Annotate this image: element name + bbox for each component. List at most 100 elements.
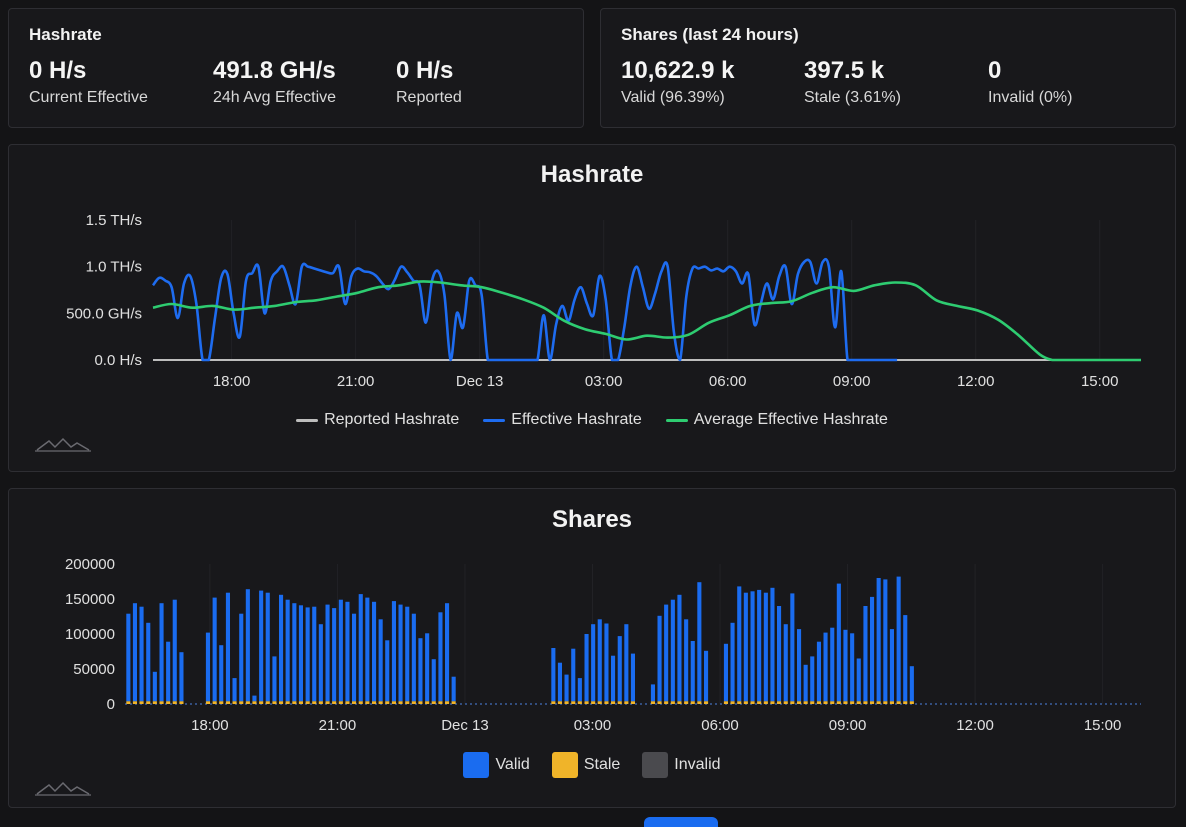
valid-bar[interactable]	[166, 641, 171, 702]
valid-bar[interactable]	[285, 599, 290, 702]
stale-bar[interactable]	[810, 701, 815, 704]
valid-bar[interactable]	[850, 633, 855, 702]
stale-bar[interactable]	[451, 701, 456, 704]
valid-bar[interactable]	[438, 612, 443, 702]
valid-bar[interactable]	[591, 624, 596, 702]
stale-bar[interactable]	[830, 701, 835, 704]
stale-bar[interactable]	[239, 701, 244, 704]
valid-bar[interactable]	[909, 666, 914, 702]
legend-item-effective[interactable]: Effective Hashrate	[483, 411, 642, 429]
valid-bar[interactable]	[312, 606, 317, 702]
valid-bar[interactable]	[391, 601, 396, 702]
valid-bar[interactable]	[557, 662, 562, 702]
valid-bar[interactable]	[305, 607, 310, 702]
valid-bar[interactable]	[345, 601, 350, 702]
stale-bar[interactable]	[836, 701, 841, 704]
valid-bar[interactable]	[298, 605, 303, 702]
stale-bar[interactable]	[870, 701, 875, 704]
valid-bar[interactable]	[704, 650, 709, 702]
valid-bar[interactable]	[856, 658, 861, 702]
stale-bar[interactable]	[345, 701, 350, 704]
stale-bar[interactable]	[909, 701, 914, 704]
average-hashrate-line[interactable]	[152, 280, 1141, 362]
stale-bar[interactable]	[411, 701, 416, 704]
valid-bar[interactable]	[146, 622, 151, 702]
valid-bar[interactable]	[564, 674, 569, 702]
legend-item-stale[interactable]: Stale	[551, 752, 620, 778]
effective-hashrate-line[interactable]	[151, 257, 898, 362]
valid-bar[interactable]	[810, 656, 815, 702]
stale-bar[interactable]	[657, 701, 662, 704]
stale-bar[interactable]	[279, 701, 284, 704]
stale-bar[interactable]	[624, 701, 629, 704]
valid-bar[interactable]	[132, 603, 137, 702]
stale-bar[interactable]	[438, 701, 443, 704]
valid-bar[interactable]	[617, 636, 622, 702]
valid-bar[interactable]	[212, 597, 217, 702]
valid-bar[interactable]	[245, 589, 250, 702]
stale-bar[interactable]	[225, 701, 230, 704]
stale-bar[interactable]	[431, 701, 436, 704]
valid-bar[interactable]	[737, 586, 742, 702]
valid-bar[interactable]	[690, 641, 695, 702]
stale-bar[interactable]	[763, 701, 768, 704]
stale-bar[interactable]	[378, 701, 383, 704]
stale-bar[interactable]	[690, 701, 695, 704]
stale-bar[interactable]	[325, 701, 330, 704]
valid-bar[interactable]	[279, 594, 284, 702]
stale-bar[interactable]	[896, 701, 901, 704]
valid-bar[interactable]	[219, 645, 224, 702]
valid-bar[interactable]	[743, 592, 748, 702]
stale-bar[interactable]	[783, 701, 788, 704]
valid-bar[interactable]	[757, 589, 762, 702]
valid-bar[interactable]	[650, 684, 655, 702]
stale-bar[interactable]	[212, 701, 217, 704]
valid-bar[interactable]	[903, 615, 908, 702]
stale-bar[interactable]	[730, 701, 735, 704]
stale-bar[interactable]	[737, 701, 742, 704]
stale-bar[interactable]	[398, 701, 403, 704]
stale-bar[interactable]	[889, 701, 894, 704]
valid-bar[interactable]	[823, 632, 828, 702]
stale-bar[interactable]	[252, 701, 257, 704]
stale-bar[interactable]	[856, 701, 861, 704]
valid-bar[interactable]	[551, 648, 556, 702]
valid-bar[interactable]	[657, 615, 662, 702]
valid-bar[interactable]	[332, 608, 337, 702]
stale-bar[interactable]	[372, 701, 377, 704]
valid-bar[interactable]	[152, 671, 157, 702]
stale-bar[interactable]	[723, 701, 728, 704]
valid-bar[interactable]	[797, 629, 802, 702]
valid-bar[interactable]	[830, 627, 835, 702]
stale-bar[interactable]	[205, 701, 210, 704]
valid-bar[interactable]	[232, 678, 237, 702]
valid-bar[interactable]	[889, 629, 894, 702]
valid-bar[interactable]	[425, 633, 430, 702]
valid-bar[interactable]	[338, 599, 343, 702]
legend-item-average[interactable]: Average Effective Hashrate	[665, 411, 888, 429]
stale-bar[interactable]	[564, 701, 569, 704]
stale-bar[interactable]	[790, 701, 795, 704]
stale-bar[interactable]	[126, 701, 131, 704]
stale-bar[interactable]	[179, 701, 184, 704]
valid-bar[interactable]	[611, 655, 616, 702]
valid-bar[interactable]	[358, 594, 363, 702]
valid-bar[interactable]	[159, 603, 164, 702]
stale-bar[interactable]	[551, 701, 556, 704]
stale-bar[interactable]	[318, 701, 323, 704]
stale-bar[interactable]	[132, 701, 137, 704]
valid-bar[interactable]	[723, 643, 728, 702]
stale-bar[interactable]	[750, 701, 755, 704]
stale-bar[interactable]	[352, 701, 357, 704]
stale-bar[interactable]	[292, 701, 297, 704]
valid-bar[interactable]	[896, 576, 901, 702]
valid-bar[interactable]	[179, 652, 184, 702]
stale-bar[interactable]	[298, 701, 303, 704]
stale-bar[interactable]	[259, 701, 264, 704]
stale-bar[interactable]	[159, 701, 164, 704]
stale-bar[interactable]	[876, 701, 881, 704]
stale-bar[interactable]	[684, 701, 689, 704]
stale-bar[interactable]	[617, 701, 622, 704]
valid-bar[interactable]	[870, 596, 875, 702]
stale-bar[interactable]	[219, 701, 224, 704]
